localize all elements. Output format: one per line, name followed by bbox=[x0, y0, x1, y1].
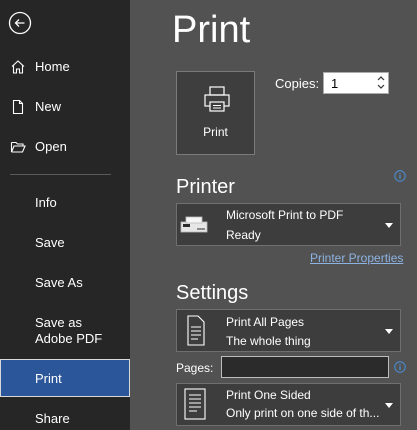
nav-label-share: Share bbox=[35, 411, 70, 426]
nav-divider bbox=[10, 174, 111, 175]
nav-item-save-as-adobe-pdf[interactable]: Save as Adobe PDF bbox=[0, 315, 130, 349]
nav-label-print: Print bbox=[35, 371, 62, 386]
info-icon[interactable] bbox=[394, 361, 406, 373]
nav-item-save-as[interactable]: Save As bbox=[0, 275, 130, 291]
pages-label: Pages: bbox=[176, 361, 214, 375]
all-pages-icon bbox=[187, 315, 205, 346]
new-document-icon bbox=[12, 99, 24, 115]
print-range-description: The whole thing bbox=[226, 334, 311, 348]
decrement-icon[interactable] bbox=[376, 83, 386, 91]
one-sided-icon bbox=[184, 388, 206, 420]
nav-label-new: New bbox=[35, 99, 62, 114]
nav-item-home[interactable]: Home bbox=[0, 59, 130, 75]
nav-item-info[interactable]: Info bbox=[0, 195, 130, 211]
nav-label-open: Open bbox=[35, 139, 67, 154]
nav-item-print[interactable]: Print bbox=[0, 359, 130, 397]
info-icon[interactable] bbox=[394, 170, 406, 182]
back-button[interactable] bbox=[8, 11, 32, 35]
nav-item-share[interactable]: Share bbox=[0, 411, 130, 427]
copies-label: Copies: bbox=[275, 76, 320, 91]
print-sides-value: Print One Sided bbox=[226, 388, 311, 402]
copies-value: 1 bbox=[331, 76, 339, 91]
nav-label-save-as-adobe-pdf: Save as Adobe PDF bbox=[35, 315, 103, 346]
print-pane: Print Print Copies: 1 Printer Microsoft … bbox=[130, 0, 417, 430]
chevron-down-icon bbox=[385, 223, 393, 228]
nav-item-save[interactable]: Save bbox=[0, 235, 130, 251]
print-range-value: Print All Pages bbox=[226, 315, 305, 329]
chevron-down-icon bbox=[385, 403, 393, 408]
nav-label-save: Save bbox=[35, 235, 65, 250]
print-sides-dropdown[interactable]: Print One Sided Only print on one side o… bbox=[176, 383, 401, 426]
printer-device-icon bbox=[180, 216, 208, 233]
copies-stepper[interactable]: 1 bbox=[323, 72, 389, 94]
settings-heading: Settings bbox=[176, 282, 249, 304]
printer-dropdown[interactable]: Microsoft Print to PDF Ready bbox=[176, 203, 401, 246]
printer-status: Ready bbox=[226, 228, 261, 242]
home-icon bbox=[11, 60, 25, 74]
printer-icon bbox=[204, 86, 230, 112]
nav-item-new[interactable]: New bbox=[0, 99, 130, 115]
pages-input[interactable] bbox=[221, 356, 389, 378]
back-arrow-icon bbox=[8, 11, 32, 35]
nav-label-save-as: Save As bbox=[35, 275, 83, 290]
increment-icon[interactable] bbox=[376, 74, 386, 82]
print-sides-description: Only print on one side of th... bbox=[226, 406, 380, 420]
open-folder-icon bbox=[10, 141, 26, 153]
printer-name: Microsoft Print to PDF bbox=[226, 208, 344, 222]
nav-item-open[interactable]: Open bbox=[0, 139, 130, 155]
nav-label-info: Info bbox=[35, 195, 57, 210]
print-button-label: Print bbox=[203, 125, 228, 139]
page-title: Print bbox=[172, 9, 251, 51]
backstage-sidebar: Home New Open Info Save Save As Save as … bbox=[0, 0, 130, 430]
chevron-down-icon bbox=[385, 329, 393, 334]
print-button[interactable]: Print bbox=[176, 71, 255, 155]
nav-label-home: Home bbox=[35, 59, 70, 74]
print-range-dropdown[interactable]: Print All Pages The whole thing bbox=[176, 309, 401, 352]
printer-properties-link[interactable]: Printer Properties bbox=[310, 251, 403, 265]
printer-heading: Printer bbox=[176, 176, 235, 198]
